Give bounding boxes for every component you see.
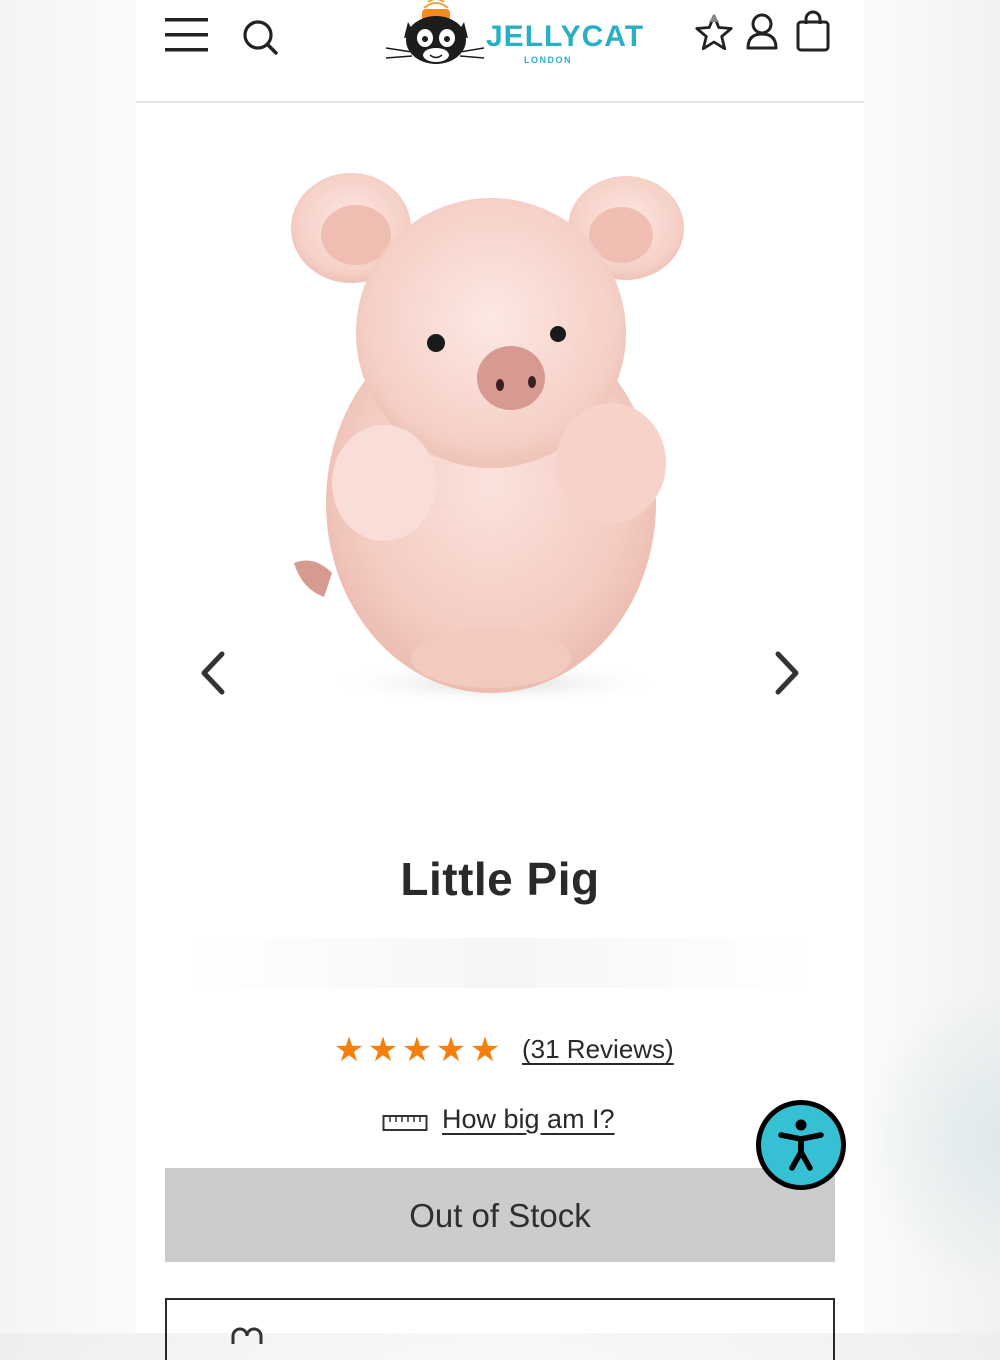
bag-icon[interactable] (794, 10, 832, 52)
little-pig-illustration (291, 173, 684, 705)
star-icon: ★ (469, 1031, 501, 1069)
page-margin-right (860, 0, 1000, 1333)
cat-mascot-icon (385, 0, 485, 64)
ruler-icon (382, 1112, 428, 1134)
product-image-gallery[interactable] (136, 103, 864, 823)
size-guide: How big am I? (136, 1100, 864, 1140)
accessibility-button[interactable] (756, 1100, 846, 1190)
product-title: Little Pig (400, 853, 600, 905)
star-icon: ★ (435, 1031, 467, 1069)
faded-overlay (188, 938, 812, 988)
page-margin-left (0, 0, 136, 1333)
star-icon: ★ (333, 1031, 365, 1069)
product-rating: ★ ★ ★ ★ ★ (31 Reviews) (136, 1030, 864, 1070)
background-glow (860, 980, 1000, 1300)
chevron-right-icon[interactable] (766, 648, 806, 698)
wishlist-icon[interactable] (694, 12, 734, 54)
reviews-link[interactable]: (31 Reviews) (522, 1034, 674, 1065)
heart-icon (231, 1327, 263, 1344)
star-icon: ★ (401, 1031, 433, 1069)
brand-name: JELLYCAT (486, 20, 645, 53)
product-image[interactable] (276, 163, 706, 723)
search-icon[interactable] (242, 16, 282, 56)
chevron-left-icon[interactable] (194, 648, 234, 698)
brand-subtitle: LONDON (524, 55, 572, 65)
menu-icon[interactable] (164, 16, 210, 54)
star-rating: ★ ★ ★ ★ ★ (332, 1033, 502, 1067)
account-icon[interactable] (744, 12, 780, 52)
how-big-link[interactable]: How big am I? (442, 1104, 615, 1135)
star-icon: ★ (367, 1031, 399, 1069)
site-header: JELLYCAT LONDON (136, 0, 864, 103)
accessibility-icon (761, 1105, 841, 1185)
product-page: JELLYCAT LONDON Little Pig ★ ★ ★ ★ ★ (31… (136, 0, 864, 1360)
out-of-stock-button[interactable]: Out of Stock (165, 1168, 835, 1262)
secondary-action-box[interactable] (165, 1298, 835, 1360)
jellycat-logo[interactable]: JELLYCAT LONDON (384, 0, 643, 72)
